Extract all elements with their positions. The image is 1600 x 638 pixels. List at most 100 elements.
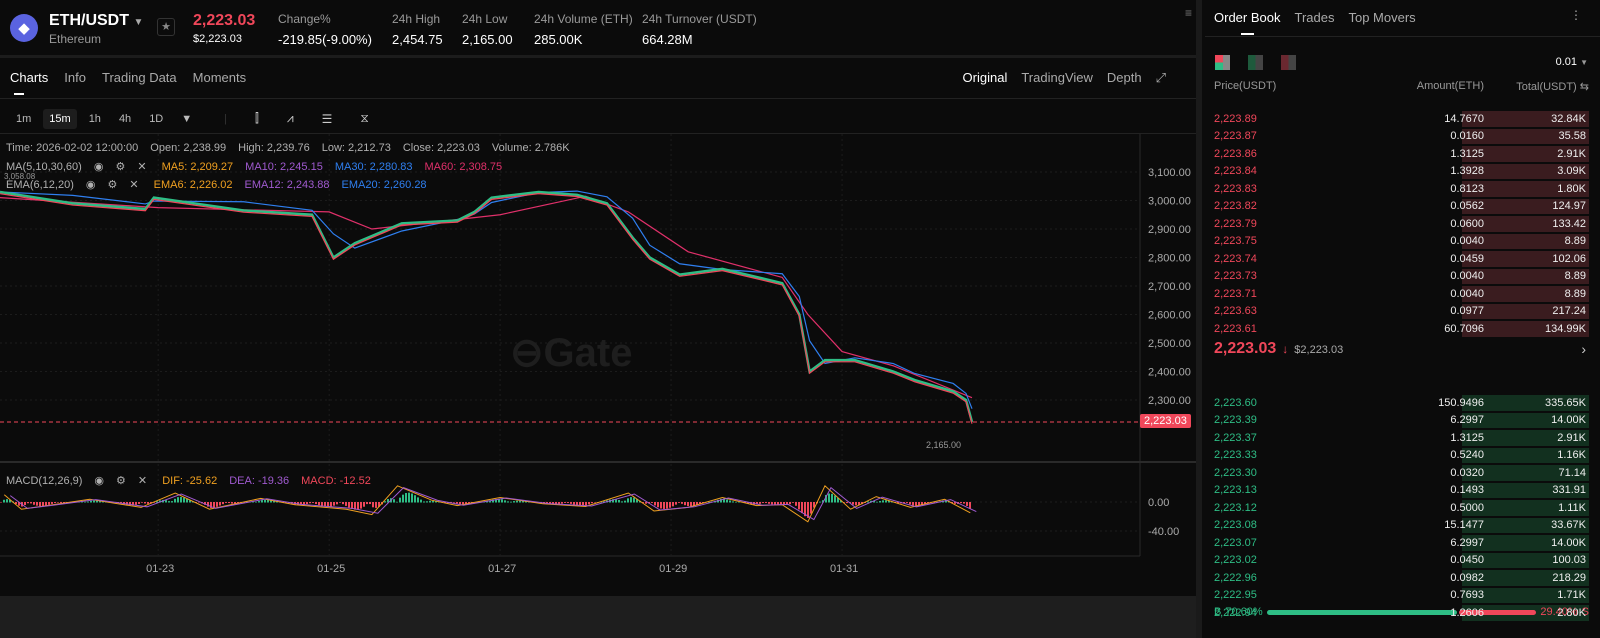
- bid-row[interactable]: 2,222.95 0.7693 1.71K: [1214, 587, 1589, 605]
- tab-tradingview[interactable]: TradingView: [1021, 70, 1093, 86]
- macd-bar: [135, 502, 137, 505]
- timeframe-1d[interactable]: 1D: [143, 109, 169, 129]
- bid-row[interactable]: 2,223.12 0.5000 1.11K: [1214, 499, 1589, 517]
- favorite-star-button[interactable]: ★: [157, 18, 175, 36]
- more-options-icon[interactable]: ⋮: [1570, 8, 1582, 22]
- bid-row[interactable]: 2,223.08 15.1477 33.67K: [1214, 517, 1589, 535]
- macd-bar: [315, 502, 317, 505]
- macd-bar: [51, 502, 53, 504]
- timeframe-4h[interactable]: 4h: [113, 109, 137, 129]
- tab-original[interactable]: Original: [963, 70, 1008, 86]
- tab-info[interactable]: Info: [64, 70, 86, 85]
- tab-trades[interactable]: Trades: [1294, 10, 1334, 25]
- tab-moments[interactable]: Moments: [193, 70, 246, 85]
- ask-row[interactable]: 2,223.71 0.0040 8.89: [1214, 285, 1589, 303]
- ask-row[interactable]: 2,223.82 0.0562 124.97: [1214, 198, 1589, 216]
- macd-bar: [258, 501, 260, 503]
- price: 2,223.83: [1214, 182, 1257, 195]
- bid-row[interactable]: 2,223.07 6.2997 14.00K: [1214, 534, 1589, 552]
- macd-bar: [357, 502, 359, 510]
- macd-bar: [393, 499, 395, 503]
- macd-bar: [339, 502, 341, 503]
- timeframe-more-icon[interactable]: ▼: [175, 109, 198, 129]
- drag-handle-icon[interactable]: ≡: [1185, 6, 1192, 20]
- tab-charts[interactable]: Charts: [10, 70, 48, 95]
- view-bids-icon[interactable]: [1248, 55, 1263, 70]
- indicators-icon[interactable]: ⩘: [281, 107, 300, 130]
- close-icon[interactable]: ✕: [137, 161, 146, 173]
- bid-row[interactable]: 2,223.60 150.9496 335.65K: [1214, 394, 1589, 412]
- timeframe-15m[interactable]: 15m: [43, 108, 77, 129]
- eye-icon[interactable]: ◉: [94, 161, 104, 173]
- macd-bar: [729, 500, 731, 503]
- bid-row[interactable]: 2,222.94 1.2606 2.80K: [1214, 604, 1589, 622]
- ask-row[interactable]: 2,223.61 60.7096 134.99K: [1214, 320, 1589, 338]
- chevron-right-icon[interactable]: ›: [1581, 341, 1586, 357]
- total-toggle[interactable]: Total(USDT) ⇆: [1484, 80, 1589, 93]
- settings-icon[interactable]: ⚙: [116, 475, 126, 487]
- ask-row[interactable]: 2,223.74 0.0459 102.06: [1214, 250, 1589, 268]
- timeframe-1m[interactable]: 1m: [10, 109, 37, 129]
- precision-select[interactable]: 0.01 ▼: [1556, 56, 1588, 68]
- bid-row[interactable]: 2,223.39 6.2997 14.00K: [1214, 412, 1589, 430]
- pair-selector[interactable]: ETH/USDT ▼: [49, 12, 143, 30]
- panel-resizer[interactable]: [1196, 0, 1202, 638]
- ask-row[interactable]: 2,223.86 1.3125 2.91K: [1214, 145, 1589, 163]
- pair-name: ETH/USDT: [49, 12, 129, 29]
- settings-icon[interactable]: ⚙: [107, 179, 117, 191]
- eye-icon[interactable]: ◉: [94, 475, 104, 487]
- tab-top-movers[interactable]: Top Movers: [1348, 10, 1415, 25]
- tab-trading-data[interactable]: Trading Data: [102, 70, 177, 85]
- timeframe-1h[interactable]: 1h: [83, 109, 107, 129]
- macd-bar: [867, 501, 869, 503]
- candle-type-icon[interactable]: ⫿: [249, 107, 265, 130]
- bid-row[interactable]: 2,223.13 0.1493 331.91: [1214, 482, 1589, 500]
- close-icon[interactable]: ✕: [138, 475, 147, 487]
- bid-row[interactable]: 2,223.02 0.0450 100.03: [1214, 552, 1589, 570]
- macd-bar: [408, 492, 410, 503]
- price-tick: 2,600.00: [1148, 310, 1191, 322]
- ask-row[interactable]: 2,223.84 1.3928 3.09K: [1214, 163, 1589, 181]
- fullscreen-icon[interactable]: ⤢: [1156, 70, 1166, 86]
- amount: 0.0982: [1450, 571, 1484, 584]
- orderbook-tabs: Order Book Trades Top Movers: [1214, 10, 1416, 35]
- close-icon[interactable]: ✕: [129, 179, 138, 191]
- macd-bar: [27, 502, 29, 504]
- ask-row[interactable]: 2,223.89 14.7670 32.84K: [1214, 110, 1589, 128]
- drawing-tools-icon[interactable]: ☰: [316, 108, 339, 130]
- ask-row[interactable]: 2,223.75 0.0040 8.89: [1214, 233, 1589, 251]
- macd-bar: [219, 502, 221, 506]
- ask-row[interactable]: 2,223.87 0.0160 35.58: [1214, 128, 1589, 146]
- macd-bar: [411, 493, 413, 503]
- bid-row[interactable]: 2,223.33 0.5240 1.16K: [1214, 447, 1589, 465]
- macd-bar: [39, 502, 41, 507]
- tab-depth[interactable]: Depth: [1107, 70, 1142, 86]
- settings-icon[interactable]: ⧖: [354, 107, 374, 130]
- macd-bar: [504, 500, 506, 503]
- ask-row[interactable]: 2,223.79 0.0600 133.42: [1214, 215, 1589, 233]
- view-asks-icon[interactable]: [1281, 55, 1296, 70]
- tab-order-book[interactable]: Order Book: [1214, 10, 1280, 35]
- price-tick: 2,400.00: [1148, 367, 1191, 379]
- total: 133.42: [1552, 217, 1586, 230]
- price-tick: 2,900.00: [1148, 224, 1191, 236]
- ask-row[interactable]: 2,223.83 0.8123 1.80K: [1214, 180, 1589, 198]
- total: 1.80K: [1557, 182, 1586, 195]
- eye-icon[interactable]: ◉: [86, 179, 96, 191]
- date-tick: 01-27: [488, 563, 516, 575]
- ask-row[interactable]: 2,223.63 0.0977 217.24: [1214, 303, 1589, 321]
- macd-bar: [810, 502, 812, 514]
- bid-row[interactable]: 2,223.37 1.3125 2.91K: [1214, 429, 1589, 447]
- bid-row[interactable]: 2,223.30 0.0320 71.14: [1214, 464, 1589, 482]
- macd-bar: [228, 502, 230, 504]
- settings-icon[interactable]: ⚙: [115, 161, 125, 173]
- amount: 0.0040: [1450, 235, 1484, 248]
- macd-bar: [501, 499, 503, 503]
- total: 32.84K: [1551, 112, 1586, 125]
- ask-row[interactable]: 2,223.73 0.0040 8.89: [1214, 268, 1589, 286]
- view-both-icon[interactable]: [1215, 55, 1230, 70]
- macd-bar: [48, 502, 50, 505]
- bid-row[interactable]: 2,222.96 0.0982 218.29: [1214, 569, 1589, 587]
- total: 14.00K: [1551, 536, 1586, 549]
- macd-bar: [399, 497, 401, 503]
